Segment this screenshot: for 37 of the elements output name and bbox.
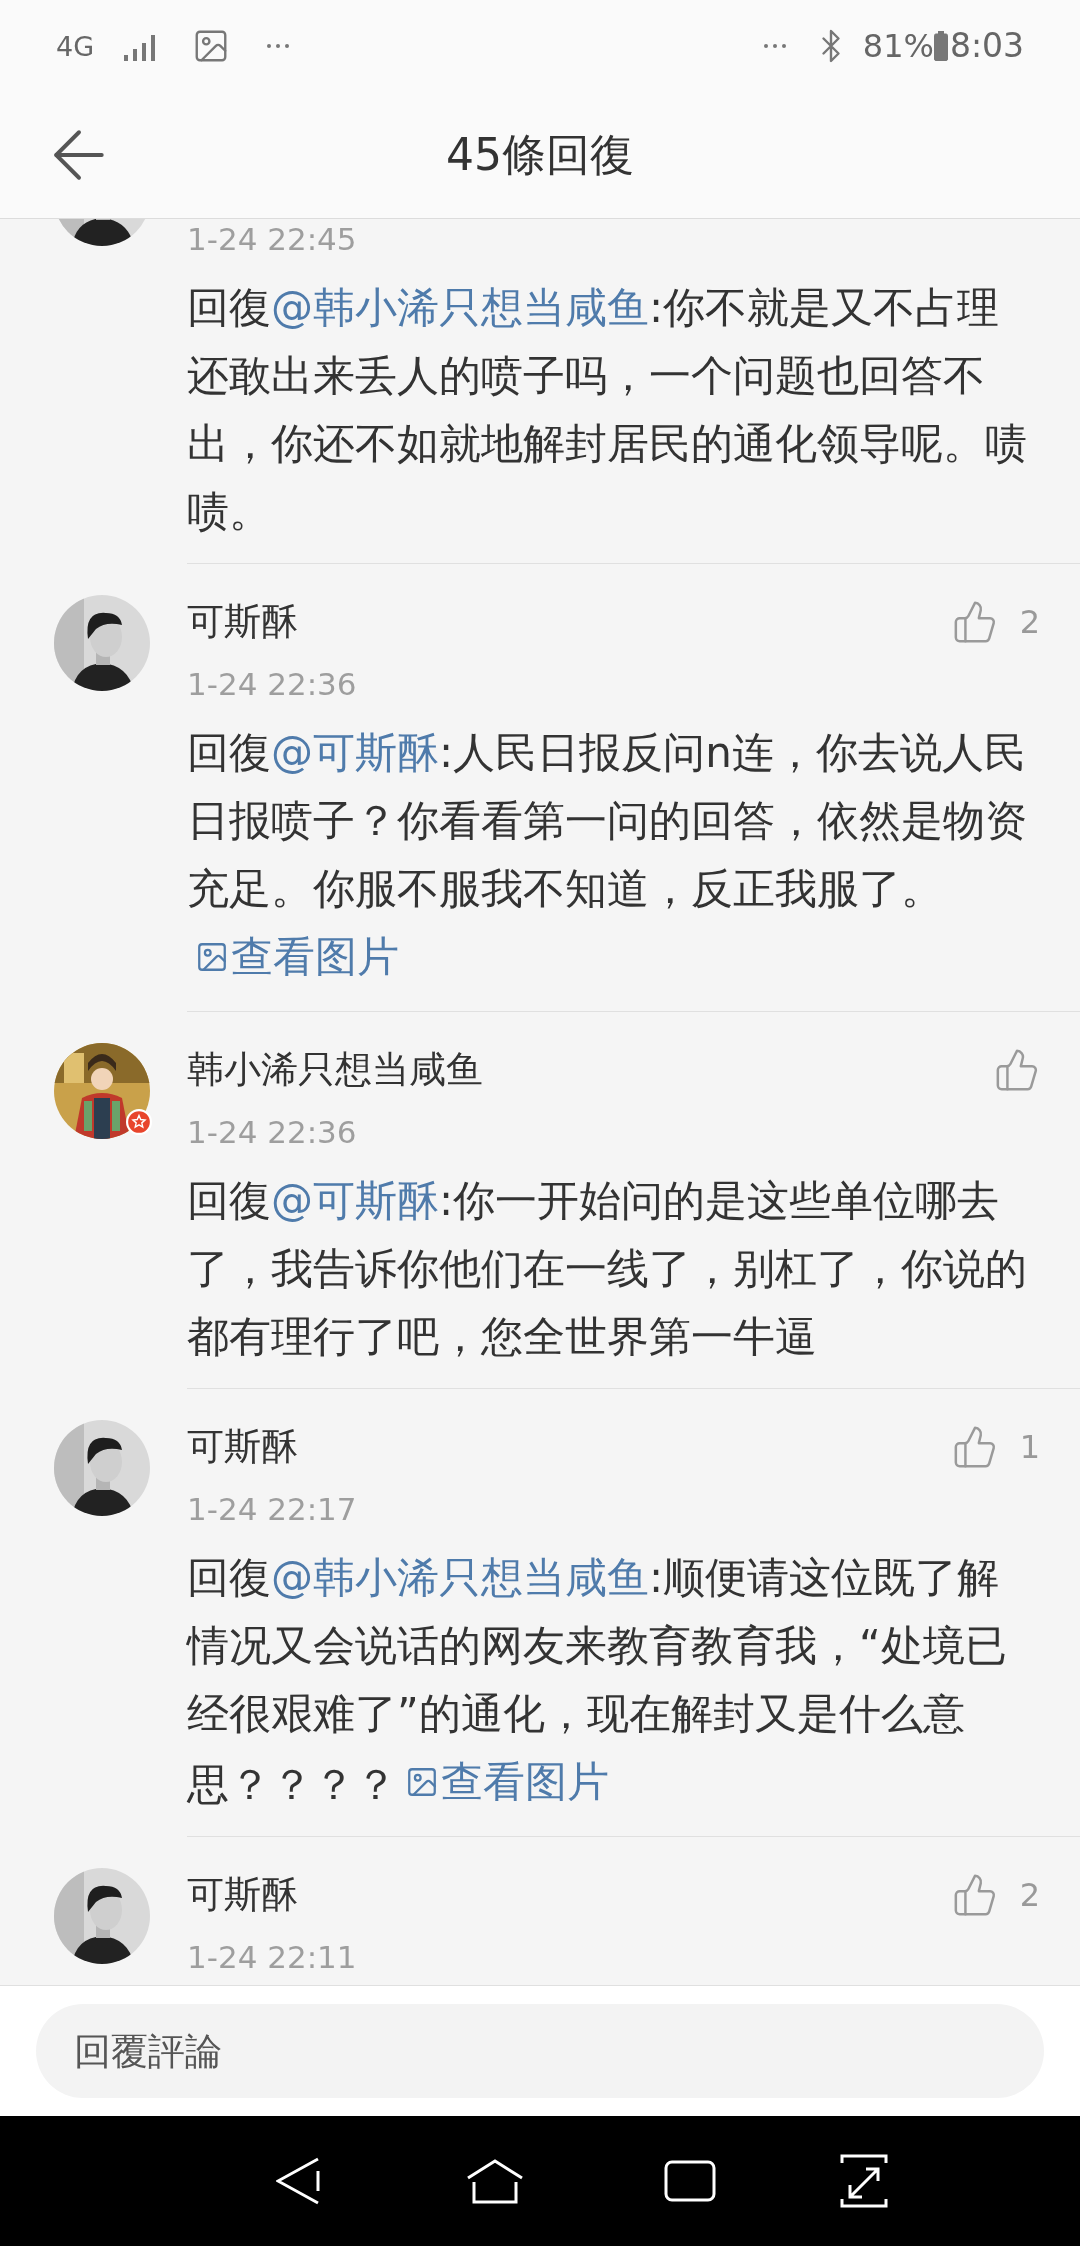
user-name[interactable]: 可斯酥 xyxy=(187,1413,298,1481)
clock: 8:03 xyxy=(949,25,1024,68)
view-image-link[interactable]: 查看图片 xyxy=(195,923,399,991)
user-name[interactable]: 韩小浠只想当咸鱼 xyxy=(187,1036,483,1104)
like-count: 1 xyxy=(1019,1427,1040,1468)
expand-icon[interactable] xyxy=(840,2153,888,2209)
home-icon[interactable] xyxy=(466,2158,524,2204)
mention-link[interactable]: @韩小浠只想当咸鱼 xyxy=(271,283,649,332)
more-icon xyxy=(762,43,787,49)
comment-text: 回復@韩小浠只想当咸鱼:你不就是又不占理还敢出来丢人的喷子吗，一个问题也回答不出，你还不如就地解封居民的通化领导呢。啧啧。 xyxy=(187,282,1028,538)
more-icon xyxy=(266,43,291,49)
mention-link[interactable]: @可斯酥 xyxy=(271,1176,439,1225)
image-icon xyxy=(195,940,229,974)
comment-time: 1-24 22:45 xyxy=(187,220,358,259)
thumbs-up-icon[interactable] xyxy=(994,1047,1040,1093)
battery-icon xyxy=(933,31,948,61)
recent-apps-icon[interactable] xyxy=(664,2160,716,2202)
user-name[interactable]: 可斯酥 xyxy=(187,1861,298,1929)
user-name[interactable]: 可斯酥 xyxy=(187,588,298,656)
page-title: 45條回復 xyxy=(446,128,634,182)
like-count: 2 xyxy=(1019,602,1040,643)
mention-link[interactable]: @韩小浠只想当咸鱼 xyxy=(271,1553,649,1602)
view-image-link[interactable]: 查看图片 xyxy=(405,1748,609,1816)
network-indicator: 4G xyxy=(56,32,95,60)
comment-time: 1-24 22:36 xyxy=(187,1113,358,1152)
comment-text: 回復@可斯酥:你一开始问的是这些单位哪去了，我告诉你他们在一线了，别杠了，你说的都有理行了吧，您全世界第一牛逼 xyxy=(187,1175,1028,1363)
comment-time: 1-24 22:17 xyxy=(187,1490,358,1529)
reply-field[interactable]: 回覆評論 xyxy=(36,2004,1044,2098)
battery-percent: 81% xyxy=(862,26,934,67)
image-icon xyxy=(405,1765,439,1799)
comment-text: 回復@可斯酥:人民日报反问n连，你去说人民日报喷子？你看看第一问的回答，依然是物资充足。你服不服我不知道，反正我服了。 查看图片 xyxy=(187,719,1040,994)
like-count: 2 xyxy=(1019,1875,1040,1916)
back-icon[interactable] xyxy=(276,2157,320,2205)
mention-link[interactable]: @可斯酥 xyxy=(271,728,439,777)
comment-time: 1-24 22:11 xyxy=(187,1938,358,1977)
comment-time: 1-24 22:36 xyxy=(187,665,358,704)
comment-text: 回復@韩小浠只想当咸鱼:顺便请这位既了解情况又会说话的网友来教育教育我，“处境已经很艰难了”的通化，现在解封又是什么意思？？？？ 查看图片 xyxy=(187,1544,1040,1819)
